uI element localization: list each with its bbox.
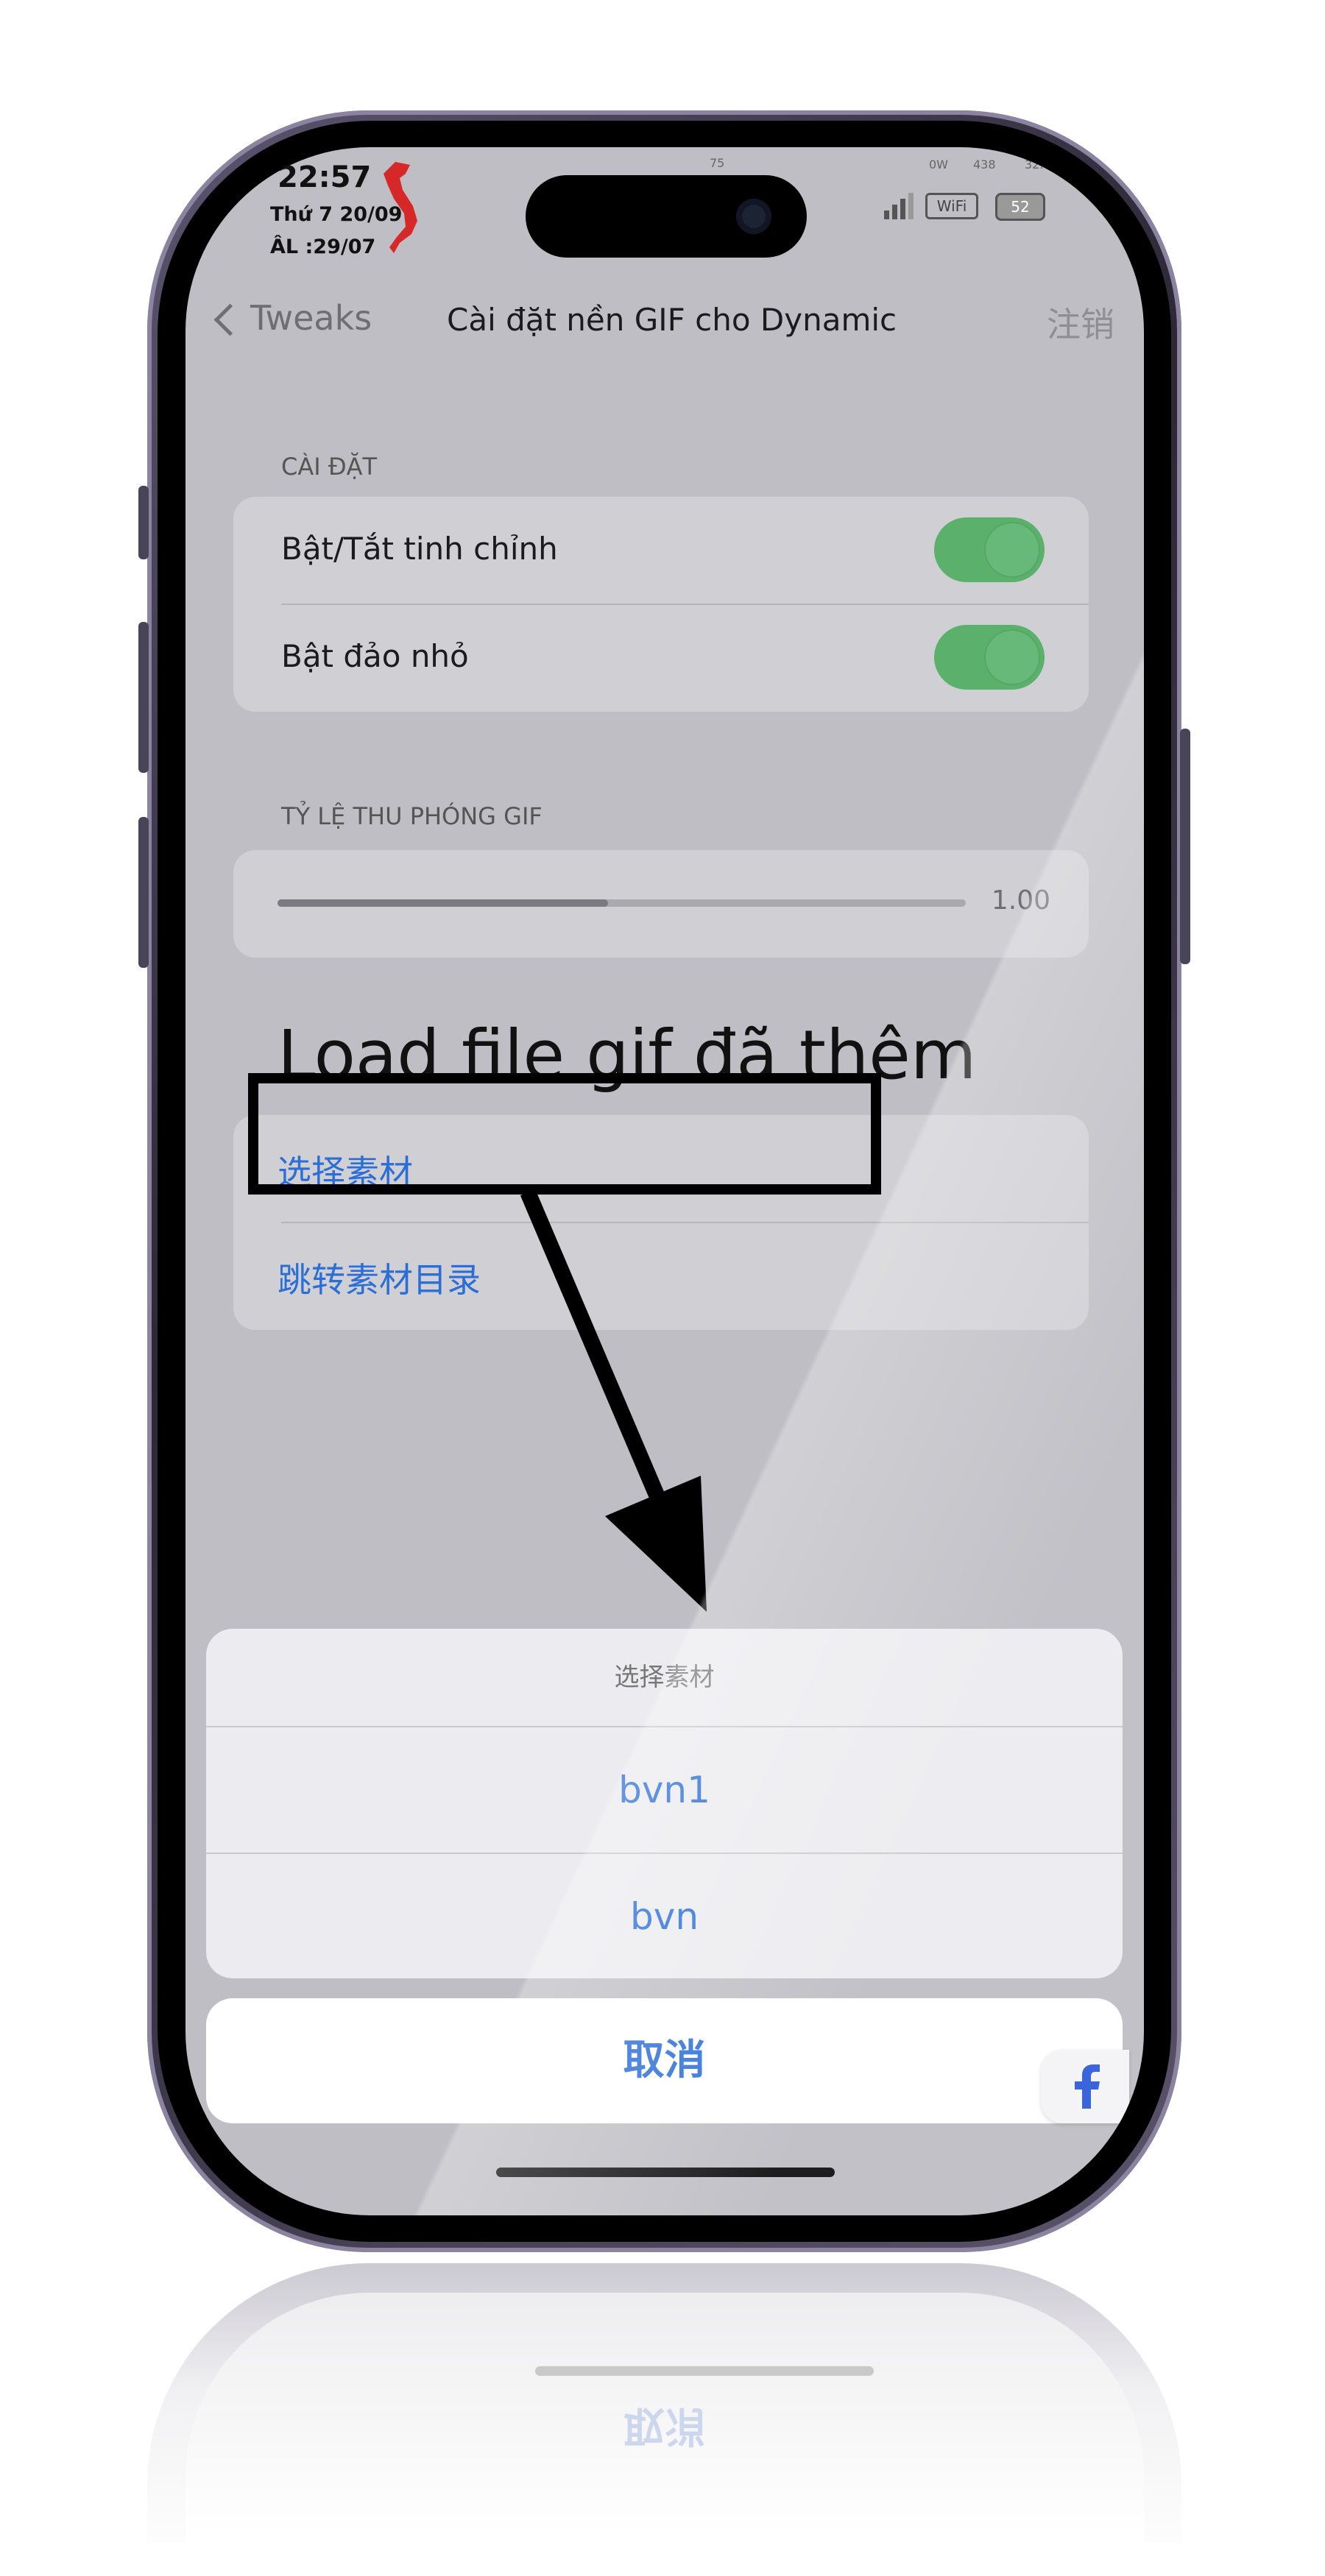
sheet-option-bvn1[interactable]: bvn1 bbox=[206, 1727, 1123, 1853]
phone-reflection: 取消 bbox=[147, 2263, 1181, 2543]
action-sheet: 选择素材 bvn1 bvn bbox=[206, 1629, 1123, 1978]
sheet-option-bvn[interactable]: bvn bbox=[206, 1854, 1123, 1979]
volume-up-button bbox=[138, 622, 149, 773]
reflection-home-indicator bbox=[535, 2366, 874, 2376]
cancel-button[interactable]: 取消 bbox=[206, 1998, 1123, 2123]
action-sheet-title: 选择素材 bbox=[614, 1663, 715, 1692]
reflection-screen: 取消 bbox=[186, 2293, 1144, 2543]
home-indicator bbox=[496, 2168, 835, 2177]
phone-screen: 22:57 Thứ 7 20/09 ÂL :29/07 75 0W 438 32… bbox=[186, 147, 1144, 2215]
reflection-cancel-text: 取消 bbox=[623, 2402, 706, 2449]
volume-down-button bbox=[138, 817, 149, 968]
power-button bbox=[1180, 729, 1190, 964]
reflection-frame: 取消 bbox=[147, 2263, 1181, 2543]
facebook-button[interactable] bbox=[1041, 2050, 1129, 2123]
action-button bbox=[138, 486, 149, 559]
facebook-icon bbox=[1075, 2064, 1100, 2109]
